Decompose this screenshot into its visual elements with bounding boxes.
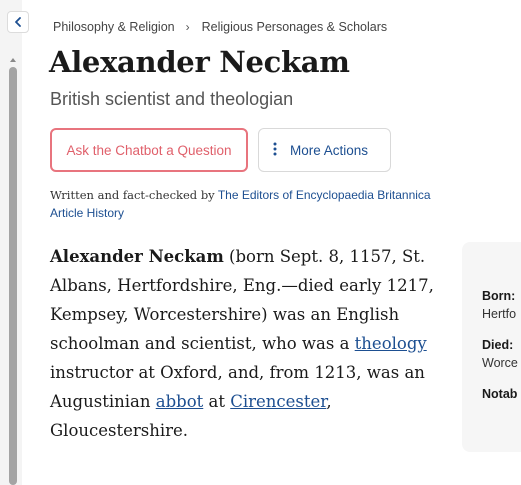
breadcrumb-item-religious-personages[interactable]: Religious Personages & Scholars [202,20,388,34]
page-title: Alexander Neckam [49,45,350,79]
collapse-sidebar-button[interactable] [7,11,29,33]
vertical-dots-icon [273,142,277,159]
byline-prefix: Written and fact-checked by [50,188,215,202]
fact-born: Born: Hertfo [482,287,521,323]
page-subtitle: British scientist and theologian [50,89,294,109]
fact-died-value: Worce [482,356,518,370]
byline: Written and fact-checked by The Editors … [50,186,431,222]
ask-chatbot-button[interactable]: Ask the Chatbot a Question [50,128,248,172]
fact-notable-label: Notab [482,387,518,401]
left-sidebar-rail [0,0,22,485]
cirencester-link[interactable]: Cirencester [230,392,326,411]
fact-died-label: Died: [482,338,514,352]
fact-died: Died: Worce [482,336,521,372]
quick-facts-panel: Born: Hertfo Died: Worce Notab [462,242,521,452]
more-actions-label: More Actions [290,142,369,158]
lead-name: Alexander Neckam [50,247,224,266]
article-history-link[interactable]: Article History [50,206,124,220]
ask-chatbot-label: Ask the Chatbot a Question [66,142,232,158]
theology-link[interactable]: theology [355,334,427,353]
abbot-link[interactable]: abbot [156,392,204,411]
fact-born-value: Hertfo [482,307,517,321]
breadcrumb-item-philosophy-religion[interactable]: Philosophy & Religion [53,20,175,34]
fact-notable: Notab [482,385,521,403]
breadcrumb: Philosophy & Religion › Religious Person… [53,20,387,34]
scrollbar-thumb[interactable] [9,67,17,485]
fact-born-label: Born: [482,289,516,303]
body-text-3: at [203,392,231,411]
authors-link[interactable]: The Editors of Encyclopaedia Britannica [218,188,431,202]
breadcrumb-separator-icon: › [185,20,190,34]
more-actions-button[interactable]: More Actions [258,128,391,172]
scroll-up-arrow-icon[interactable] [10,58,16,62]
article-body: Alexander Neckam (born Sept. 8, 1157, St… [50,242,445,445]
chevron-left-icon [14,17,22,27]
